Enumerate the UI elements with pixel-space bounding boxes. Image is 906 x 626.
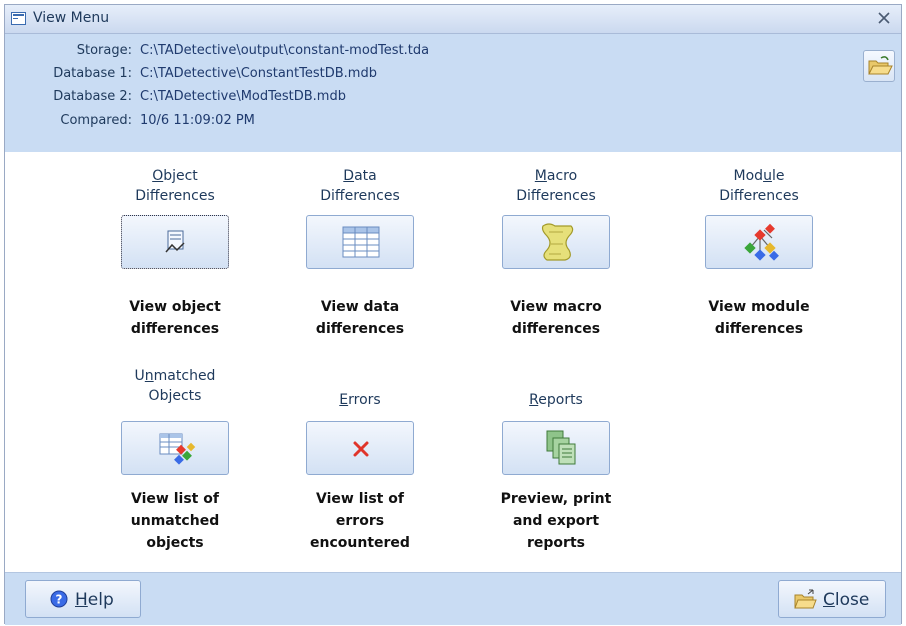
module-differences-description-line2: differences <box>714 321 804 337</box>
module-differences-description-line1: View module <box>708 299 810 315</box>
unmatched-objects-description-line1: View list of <box>131 491 219 507</box>
object-differences-description-line1: View object <box>129 299 221 315</box>
errors-description-line1: View list of <box>316 491 404 507</box>
reports-description-line3: reports <box>527 535 585 551</box>
unmatched-objects-button[interactable] <box>121 421 229 475</box>
database1-label: Database 1: <box>53 66 132 81</box>
object-differences-button[interactable] <box>121 215 229 269</box>
close-button[interactable]: Close <box>778 580 886 618</box>
close-folder-icon <box>794 589 817 609</box>
datasheet-table-icon <box>342 226 380 258</box>
compared-value: 10/6 11:09:02 PM <box>140 113 255 128</box>
data-differences-description-line2: differences <box>315 321 405 337</box>
unmatched-objects-description-line2: unmatched <box>130 513 220 529</box>
window-title: View Menu <box>33 10 110 26</box>
open-folder-icon <box>868 56 893 75</box>
unmatched-objects-description-line3: objects <box>146 535 204 551</box>
error-x-icon <box>353 441 369 457</box>
close-hotkey: C <box>823 590 835 610</box>
module-differences-button[interactable] <box>705 215 813 269</box>
macro-differences-description-line1: View macro <box>510 299 602 315</box>
close-icon <box>878 12 890 24</box>
data-differences-caption-line2: Differences <box>320 188 400 204</box>
view-options-grid: Object Differences View object differenc… <box>5 152 901 572</box>
database2-label: Database 2: <box>53 89 132 104</box>
help-icon: ? <box>50 590 68 608</box>
macro-differences-button[interactable] <box>502 215 610 269</box>
module-differences-caption: Module <box>733 168 785 184</box>
errors-caption: Errors <box>339 392 381 408</box>
database1-value: C:\TADetective\ConstantTestDB.mdb <box>140 66 377 81</box>
macro-differences-caption-line2: Differences <box>516 188 596 204</box>
reports-button[interactable] <box>502 421 610 475</box>
reports-description-line1: Preview, print <box>500 491 612 507</box>
macro-differences-description-line2: differences <box>511 321 601 337</box>
help-hotkey: H <box>75 590 88 610</box>
form-icon <box>165 230 185 253</box>
macro-differences-caption: Macro <box>534 168 578 184</box>
macro-scroll-icon <box>541 223 574 261</box>
help-button[interactable]: ? Help <box>25 580 141 618</box>
form-view-icon <box>11 12 26 25</box>
reports-caption: Reports <box>529 392 583 408</box>
storage-value: C:\TADetective\output\constant-modTest.t… <box>140 43 430 58</box>
footer-bar: ? Help Close <box>5 572 901 625</box>
data-differences-caption: Data <box>343 168 377 184</box>
title-bar: View Menu <box>5 5 901 34</box>
reports-icon <box>546 430 576 465</box>
database2-value: C:\TADetective\ModTestDB.mdb <box>140 89 346 104</box>
close-label: lose <box>834 590 870 610</box>
reports-description-line2: and export <box>512 513 600 529</box>
errors-button[interactable] <box>306 421 414 475</box>
svg-text:?: ? <box>56 593 63 607</box>
object-differences-caption-line2: Differences <box>135 188 215 204</box>
errors-description-line3: encountered <box>310 535 410 551</box>
data-differences-button[interactable] <box>306 215 414 269</box>
storage-label: Storage: <box>76 43 132 58</box>
module-diagram-icon <box>744 223 779 261</box>
data-differences-description-line1: View data <box>320 299 400 315</box>
object-differences-description-line2: differences <box>130 321 220 337</box>
view-menu-window: View Menu Storage: C:\TADetective\output… <box>4 4 902 625</box>
errors-description-line2: errors <box>335 513 385 529</box>
open-storage-button[interactable] <box>863 50 895 82</box>
unmatched-objects-caption: Unmatched <box>134 368 216 384</box>
help-label: elp <box>87 590 114 610</box>
close-window-button[interactable] <box>875 9 893 27</box>
unmatched-objects-icon <box>159 433 196 465</box>
object-differences-caption: Object <box>152 168 198 184</box>
comparison-info-panel: Storage: C:\TADetective\output\constant-… <box>5 34 901 152</box>
module-differences-caption-line2: Differences <box>719 188 799 204</box>
unmatched-objects-caption-line2: Objects <box>148 388 202 404</box>
compared-label: Compared: <box>60 113 132 128</box>
